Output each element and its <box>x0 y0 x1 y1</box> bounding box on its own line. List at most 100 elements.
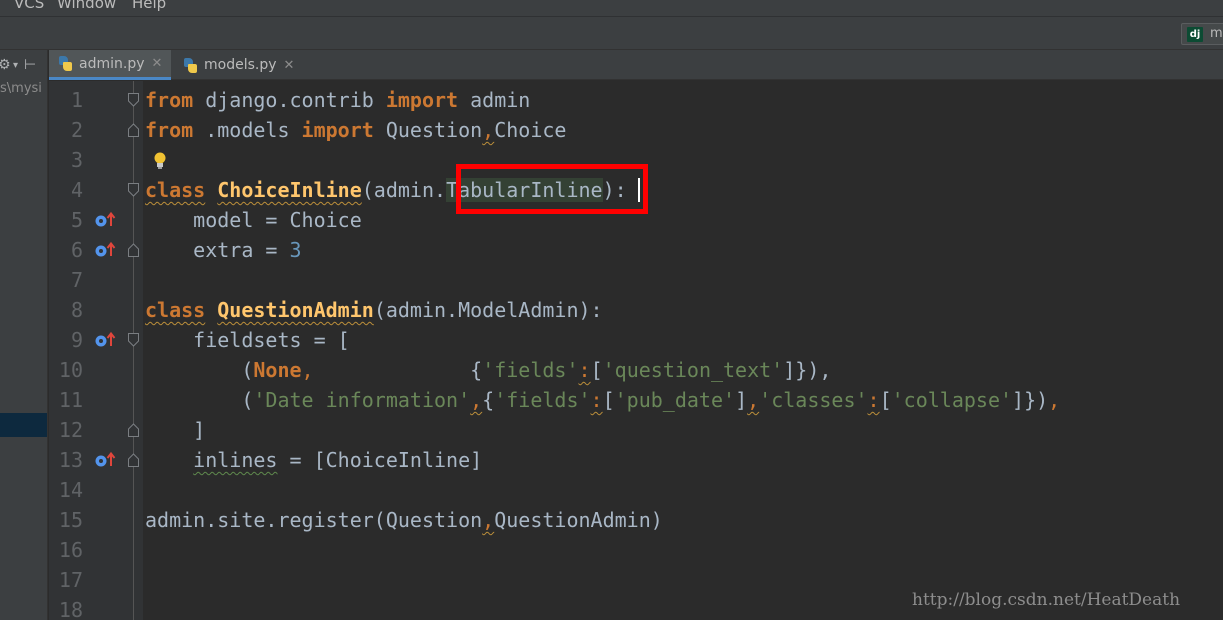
python-file-icon <box>183 57 198 73</box>
fold-end-icon[interactable] <box>128 423 139 437</box>
colon-warning: : <box>578 358 591 382</box>
keyword: from <box>145 88 194 112</box>
tab-label: models.py <box>204 57 277 73</box>
code-line-1[interactable]: from django.contrib import admin <box>145 85 530 115</box>
code-line-6[interactable]: extra = 3 <box>145 235 302 265</box>
identifier-weak-warning: inlines <box>193 448 278 472</box>
line-number: 14 <box>58 478 83 502</box>
code-editor[interactable]: 1 2 3 4 5 6 7 8 9 10 11 12 13 14 15 16 1… <box>49 81 1223 620</box>
code-comma: , <box>301 358 314 382</box>
code-text: Choice <box>494 118 567 142</box>
line-number: 8 <box>70 298 83 322</box>
menu-vcs[interactable]: VCS <box>14 0 44 12</box>
code-text: ( <box>145 358 254 382</box>
class-name: QuestionAdmin <box>217 298 374 322</box>
line-number: 7 <box>70 268 83 292</box>
code-text: .models <box>193 118 302 142</box>
settings-dropdown-icon[interactable]: ▾ <box>13 55 18 77</box>
code-line-11[interactable]: ('Date information',{'fields':['pub_date… <box>145 385 1060 415</box>
fold-start-icon[interactable] <box>128 93 139 107</box>
project-tree-path[interactable]: s\mysi <box>0 80 42 98</box>
keyword: None <box>253 358 302 382</box>
number-literal: 3 <box>289 238 302 262</box>
close-icon[interactable]: ✕ <box>152 56 163 71</box>
lightbulb-icon[interactable] <box>152 151 168 171</box>
string-literal: 'question_text' <box>602 358 784 382</box>
keyword: class <box>145 178 206 202</box>
fold-start-icon[interactable] <box>128 333 139 347</box>
code-line-2[interactable]: from .models import Question,Choice <box>145 115 566 145</box>
string-literal: 'classes' <box>759 388 868 412</box>
menu-bar: VCS Window Help <box>0 0 1223 16</box>
tab-models-py[interactable]: models.py ✕ <box>174 50 306 80</box>
fold-end-icon[interactable] <box>128 243 139 257</box>
override-icon[interactable] <box>94 211 118 229</box>
code-text: [ <box>879 388 892 412</box>
code-line-12[interactable]: ] <box>145 415 205 445</box>
tab-admin-py[interactable]: admin.py ✕ <box>49 50 171 80</box>
code-text: . <box>434 178 447 202</box>
code-text: [ <box>602 388 615 412</box>
comma-warning: , <box>482 118 495 142</box>
line-number: 16 <box>58 538 83 562</box>
gear-icon[interactable]: ⚙ <box>0 54 11 76</box>
collapse-icon[interactable]: ⊢ <box>24 54 36 76</box>
code-line-5[interactable]: model = Choice <box>145 205 362 235</box>
code-text: { <box>470 358 483 382</box>
override-icon[interactable] <box>94 241 118 259</box>
line-number: 9 <box>70 328 83 352</box>
line-number: 13 <box>58 448 83 472</box>
menu-window[interactable]: Window <box>57 0 116 12</box>
run-configuration-selector[interactable]: dj m <box>1181 23 1223 45</box>
comma-warning: , <box>482 508 495 532</box>
keyword: import <box>301 118 374 142</box>
class-name: ChoiceInline <box>217 178 362 202</box>
string-literal: 'Date information' <box>253 388 471 412</box>
code-text: admin <box>458 88 531 112</box>
fold-end-icon[interactable] <box>128 123 139 137</box>
navigation-bar: dj m <box>0 16 1223 50</box>
code-text: [ <box>590 358 603 382</box>
code-text: ( <box>145 388 254 412</box>
line-number: 17 <box>58 568 83 592</box>
annotation-highlight-box <box>456 164 648 214</box>
code-line-8[interactable]: class QuestionAdmin(admin.ModelAdmin): <box>145 295 603 325</box>
line-number: 6 <box>70 238 83 262</box>
comma-warning: , <box>747 388 760 412</box>
editor-tab-bar: admin.py ✕ models.py ✕ <box>49 50 1223 80</box>
code-text: model = Choice <box>145 208 362 232</box>
code-text: django.contrib <box>193 88 386 112</box>
code-line-10[interactable]: (None, {'fields':['question_text']}), <box>145 355 831 385</box>
code-line-9[interactable]: fieldsets = [ <box>145 325 350 355</box>
code-text: admin.site.register(Question <box>145 508 483 532</box>
colon-warning: : <box>590 388 603 412</box>
string-literal: 'pub_date' <box>614 388 736 412</box>
menu-help[interactable]: Help <box>132 0 166 12</box>
code-line-13[interactable]: inlines = [ChoiceInline] <box>145 445 482 475</box>
line-number: 1 <box>70 88 83 112</box>
code-text: fieldsets = [ <box>145 328 350 352</box>
keyword: from <box>145 118 194 142</box>
line-number: 10 <box>58 358 83 382</box>
fold-end-icon[interactable] <box>128 453 139 467</box>
override-icon[interactable] <box>94 451 118 469</box>
code-text: extra = <box>145 238 290 262</box>
close-icon[interactable]: ✕ <box>284 58 295 73</box>
string-literal: 'fields' <box>494 388 591 412</box>
override-icon[interactable] <box>94 331 118 349</box>
keyword: class <box>145 298 206 322</box>
fold-start-icon[interactable] <box>128 183 139 197</box>
code-text: Question <box>373 118 483 142</box>
django-icon: dj <box>1187 27 1203 42</box>
code-text: ] <box>145 418 206 442</box>
code-line-15[interactable]: admin.site.register(Question,QuestionAdm… <box>145 505 663 535</box>
tab-label: admin.py <box>79 55 145 72</box>
line-number: 12 <box>58 418 83 442</box>
project-tree-selected-row[interactable] <box>0 413 47 437</box>
python-file-icon <box>58 56 73 71</box>
string-literal: 'collapse' <box>891 388 1013 412</box>
watermark-text: http://blog.csdn.net/HeatDeath <box>912 590 1181 610</box>
code-text: { <box>482 388 495 412</box>
keyword: import <box>385 88 459 112</box>
